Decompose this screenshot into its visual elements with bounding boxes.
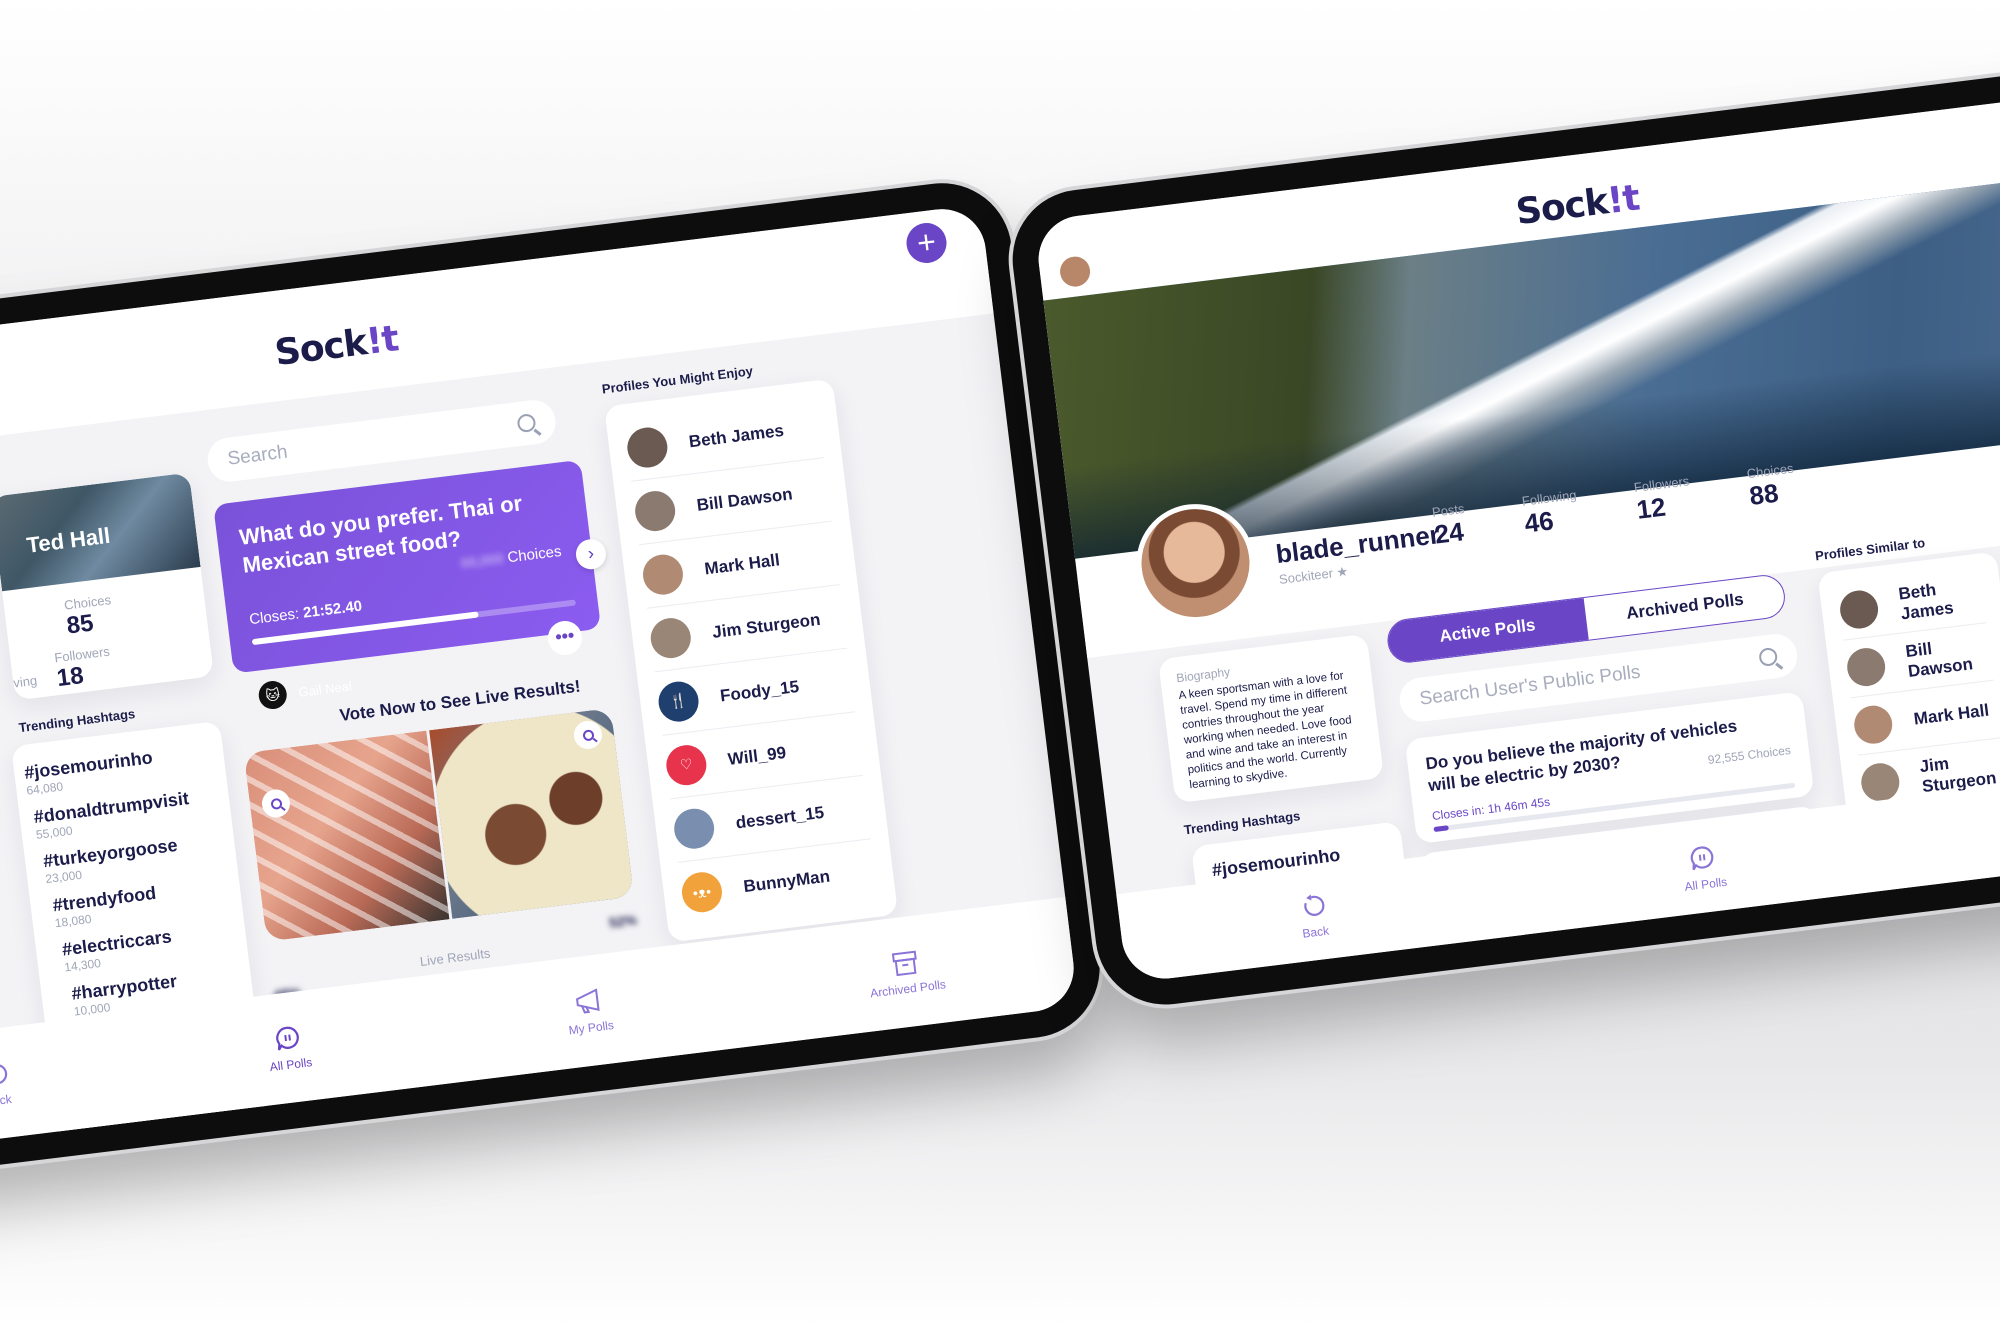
profiles-list: Beth James Bill Dawson Mark Hall Jim Sturge… — [604, 378, 899, 943]
nav-all-polls[interactable]: All Polls — [265, 1021, 313, 1074]
poll-author[interactable]: 🐱 Gail Neal — [257, 671, 353, 711]
profile-avatar: •ᴥ• — [679, 869, 725, 915]
tablet-right: Sock!t blade_runner Sockiteer ★ Posts 24 F… — [1004, 47, 2000, 1013]
sockit-logo[interactable]: Sock!t — [1514, 177, 1642, 233]
nav-label: All Polls — [268, 1055, 314, 1075]
stat-value: 46 — [1522, 505, 1556, 539]
user-name: Ted Hall — [25, 522, 112, 558]
search-placeholder: Search — [226, 441, 289, 470]
featured-poll-card[interactable]: What do you prefer. Thai or Mexican stre… — [213, 459, 608, 711]
nav-label: Back — [1301, 923, 1330, 941]
nav-my-polls[interactable]: My Polls — [564, 984, 615, 1037]
profile-name: dessert_15 — [734, 802, 826, 833]
profile-avatar: 🍴 — [656, 678, 701, 724]
profile-avatar — [632, 488, 678, 533]
profile-name: Beth James — [1897, 579, 1955, 623]
profile-avatar — [625, 424, 670, 470]
profile-name: Will_99 — [726, 742, 788, 769]
profile-avatar: ♡ — [664, 742, 709, 787]
poll-closes: Closes: 21:52.40 — [248, 598, 363, 629]
my-avatar[interactable] — [1058, 254, 1092, 289]
author-avatar: 🐱 — [257, 679, 289, 711]
closes-value: 21:52.40 — [302, 597, 364, 622]
search-placeholder: Search User's Public Polls — [1418, 661, 1642, 710]
vote-option-thai[interactable] — [243, 730, 449, 942]
author-name: Gail Neal — [297, 677, 353, 700]
stat-label-following: ving — [12, 672, 38, 691]
trending-hashtags-title: Trending Hashtags — [17, 706, 136, 736]
back-icon — [1296, 890, 1329, 923]
stat-value: 18 — [55, 662, 86, 693]
profile-avatar — [1837, 587, 1881, 631]
search-icon[interactable] — [516, 413, 537, 434]
create-poll-button[interactable]: + — [904, 220, 949, 266]
sockit-logo[interactable]: Sock!t — [273, 318, 401, 374]
back-icon — [0, 1058, 12, 1091]
profile-name: BunnyMan — [742, 866, 831, 897]
search-icon[interactable] — [1758, 646, 1779, 668]
profile-avatar — [671, 805, 717, 851]
profile-name: Mark Hall — [1912, 700, 1991, 729]
nav-label: All Polls — [1683, 874, 1728, 894]
profile-name: Foody_15 — [718, 676, 801, 705]
stat-following: Following 46 — [1521, 487, 1581, 539]
profile-avatar — [640, 551, 686, 597]
biography-card: Biography A keen sportsman with a love f… — [1157, 633, 1385, 804]
vote-option-mexican[interactable] — [428, 707, 634, 919]
stat-row: ving Followers 18 — [10, 631, 214, 698]
poll-choices-count: 00,000 — [459, 549, 505, 572]
closes-label: Closes: — [248, 605, 301, 629]
stat-followers: Followers 12 — [1633, 473, 1694, 525]
profile-name: Bill Dawson — [1904, 638, 1974, 681]
all-polls-icon — [1686, 842, 1719, 875]
nav-all-polls[interactable]: All Polls — [1680, 841, 1728, 894]
current-user-card[interactable]: Ted Hall Choices 85 ving Followers 18 — [0, 472, 214, 701]
profile-name: Beth James — [687, 420, 785, 451]
poll-question: Do you believe the majority of vehicles … — [1424, 716, 1739, 796]
progress-fill — [1433, 825, 1449, 833]
chevron-right-icon[interactable]: › — [574, 537, 608, 571]
nav-back[interactable]: Back — [0, 1058, 14, 1109]
profile-avatar — [1844, 645, 1888, 688]
live-right-pct: 52% — [607, 911, 638, 931]
zoom-icon[interactable] — [260, 787, 292, 820]
tablet-left: Sock!t + Ted Hall Choices 85 ving Follow… — [0, 175, 1108, 1185]
profile-avatar — [648, 615, 693, 660]
nav-archived-polls[interactable]: Archived Polls — [865, 944, 947, 1001]
all-polls-icon — [271, 1022, 304, 1055]
user-stats: Choices 85 ving Followers 18 — [2, 567, 214, 699]
trending-hashtags-title: Trending Hashtags — [1183, 808, 1302, 838]
stat-posts: Posts 24 — [1431, 501, 1469, 551]
profile-avatar — [1859, 761, 1902, 804]
nav-label: Back — [0, 1091, 13, 1110]
profile-name: Bill Dawson — [695, 483, 794, 515]
bio-text: A keen sportsman with a love for travel.… — [1177, 669, 1353, 792]
profile-name: Mark Hall — [703, 549, 781, 578]
stat-choices: Choices 88 — [1746, 461, 1798, 512]
nav-label: My Polls — [567, 1018, 615, 1038]
archive-box-icon — [888, 946, 921, 979]
nav-back[interactable]: Back — [1296, 890, 1332, 941]
more-dots-icon[interactable]: ••• — [546, 619, 584, 657]
profile-screen: Sock!t blade_runner Sockiteer ★ Posts 24 F… — [1033, 76, 2000, 984]
megaphone-icon — [571, 985, 604, 1018]
profile-name: Jim Sturgeon — [711, 609, 822, 642]
profile-avatar — [1852, 703, 1895, 746]
feed-screen: Sock!t + Ted Hall Choices 85 ving Follow… — [0, 204, 1079, 1156]
nav-label: Archived Polls — [869, 977, 947, 1001]
stat-followers: Followers 18 — [54, 644, 114, 693]
zoom-icon[interactable] — [572, 719, 604, 751]
stat-choices: Choices 85 — [63, 581, 207, 641]
stat-value: 88 — [1747, 477, 1781, 511]
stat-value: 24 — [1432, 516, 1466, 550]
vote-options — [243, 707, 634, 942]
